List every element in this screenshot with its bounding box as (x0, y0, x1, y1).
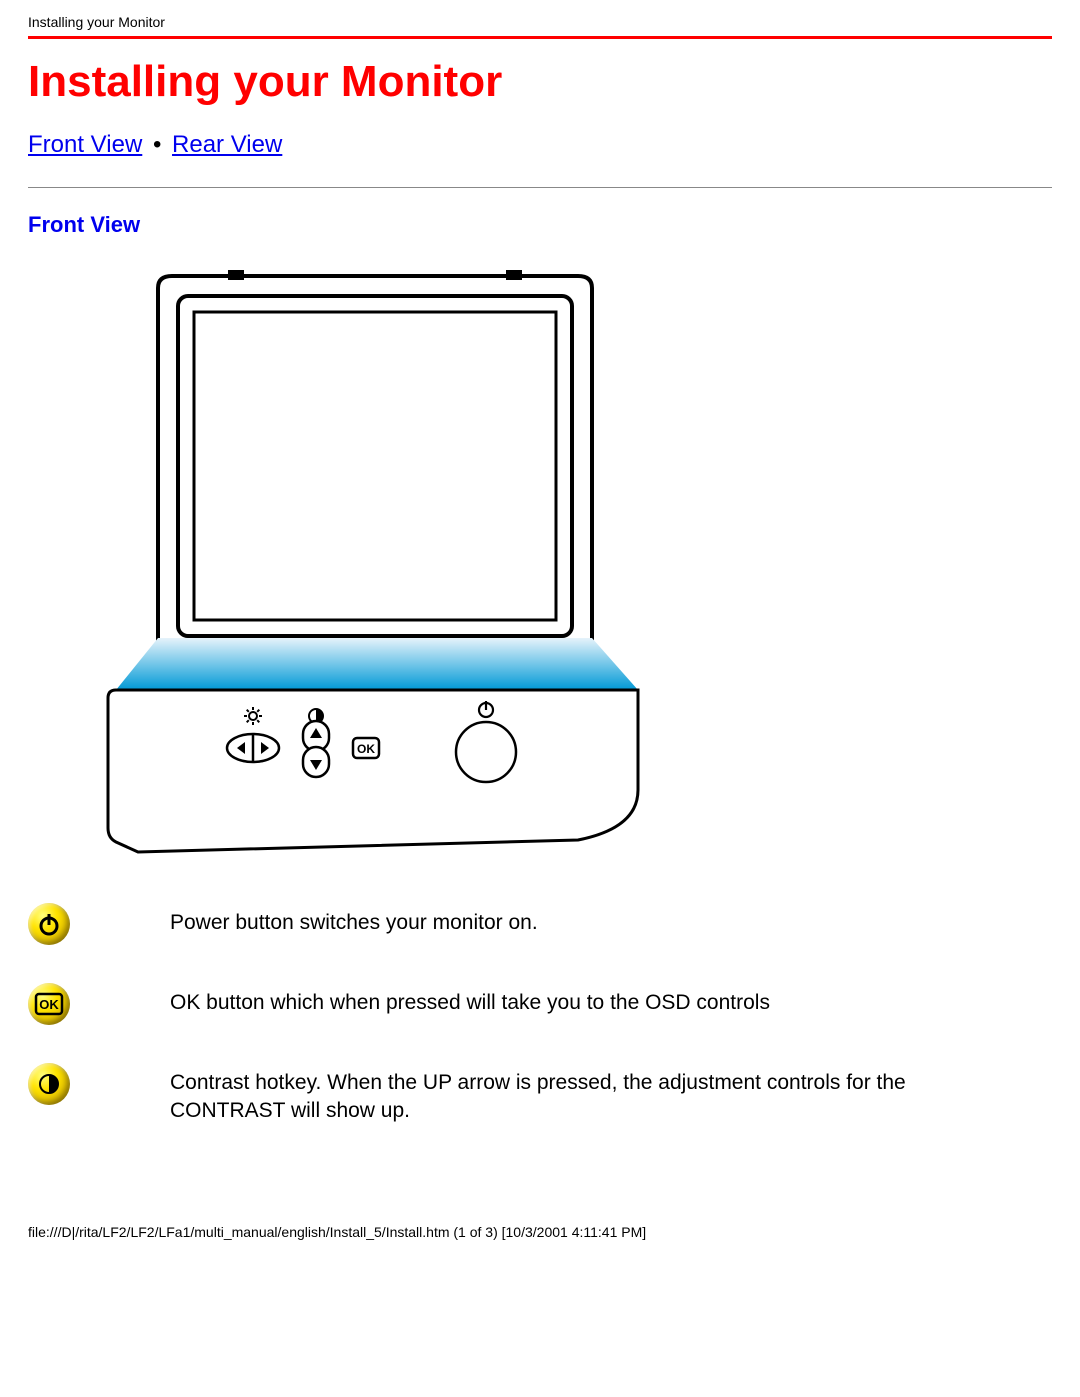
front-view-link[interactable]: Front View (28, 131, 142, 158)
page-title: Installing your Monitor (28, 57, 1052, 107)
legend-text-ok: OK button which when pressed will take y… (170, 983, 770, 1017)
left-right-button (227, 734, 279, 762)
footer-path: file:///D|/rita/LF2/LF2/LFa1/multi_manua… (28, 1164, 1052, 1256)
monitor-svg: OK (98, 268, 658, 858)
view-nav: Front View • Rear View (28, 131, 1052, 159)
front-view-heading: Front View (28, 212, 1052, 238)
legend-row-contrast: Contrast hotkey. When the UP arrow is pr… (28, 1063, 1052, 1126)
power-icon (28, 903, 70, 945)
legend-row-power: Power button switches your monitor on. (28, 903, 1052, 945)
ok-button: OK (353, 738, 379, 758)
monitor-front-diagram: OK (98, 268, 1052, 863)
page-container: Installing your Monitor Installing your … (0, 0, 1080, 1256)
svg-text:OK: OK (357, 742, 375, 756)
legend-text-power: Power button switches your monitor on. (170, 903, 538, 937)
contrast-legend-icon (28, 1063, 70, 1105)
rear-view-link[interactable]: Rear View (172, 131, 282, 158)
nav-separator: • (149, 131, 165, 158)
legend-text-contrast: Contrast hotkey. When the UP arrow is pr… (170, 1063, 930, 1126)
header-rule (28, 36, 1052, 39)
power-button (456, 722, 516, 782)
running-header: Installing your Monitor (28, 10, 1052, 36)
section-divider (28, 187, 1052, 188)
svg-text:OK: OK (39, 997, 59, 1012)
ok-icon: OK (28, 983, 70, 1025)
legend-row-ok: OK OK button which when pressed will tak… (28, 983, 1052, 1025)
